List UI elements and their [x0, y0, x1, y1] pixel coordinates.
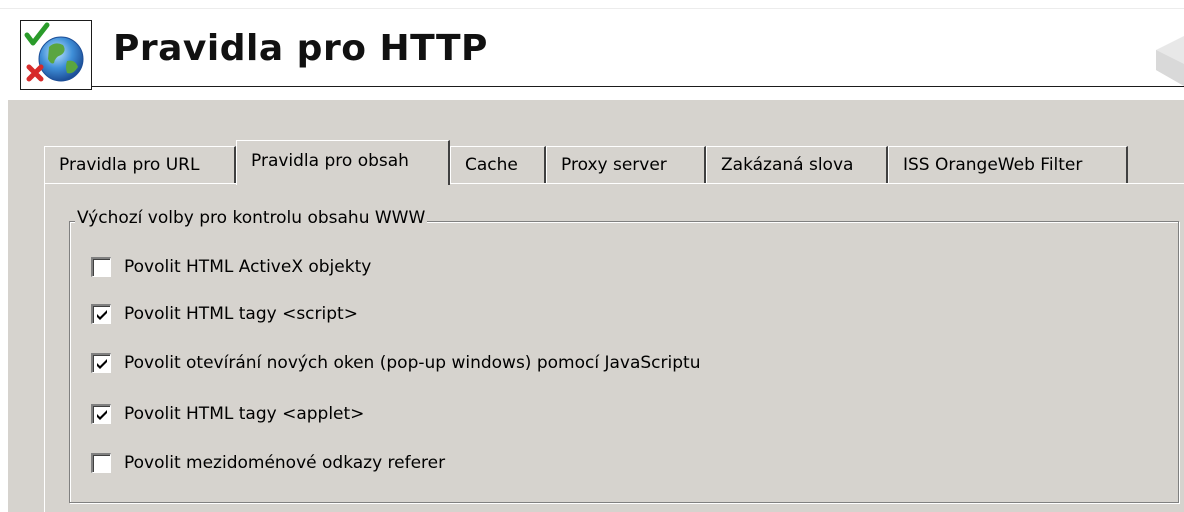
checkbox-activex[interactable]	[91, 257, 111, 277]
tab-bar: Pravidla pro URL Pravidla pro obsah Cach…	[44, 140, 1184, 185]
tab-label: Pravidla pro URL	[59, 155, 200, 175]
checkmark-icon	[97, 310, 107, 320]
checkbox-referer[interactable]	[91, 453, 111, 473]
checkbox-applet-tags[interactable]	[91, 404, 111, 424]
checkbox-popup-windows[interactable]	[91, 353, 111, 373]
header-divider	[0, 8, 1184, 9]
page-title: Pravidla pro HTTP	[113, 28, 488, 69]
watermark-logo	[1136, 30, 1184, 90]
checkmark-icon	[97, 359, 107, 369]
option-applet-tags[interactable]: Povolit HTML tagy <applet>	[91, 403, 364, 425]
option-label: Povolit HTML ActiveX objekty	[124, 257, 372, 277]
option-popup-windows[interactable]: Povolit otevírání nových oken (pop-up wi…	[91, 352, 700, 374]
option-referer[interactable]: Povolit mezidoménové odkazy referer	[91, 452, 445, 474]
tab-pravidla-pro-obsah[interactable]: Pravidla pro obsah	[236, 140, 450, 185]
option-label: Povolit mezidoménové odkazy referer	[124, 453, 446, 473]
tab-zakazana-slova[interactable]: Zakázaná slova	[706, 146, 888, 183]
globe-check-icon	[20, 20, 92, 90]
option-activex[interactable]: Povolit HTML ActiveX objekty	[91, 256, 371, 278]
tab-iss-orangeweb-filter[interactable]: ISS OrangeWeb Filter	[888, 146, 1128, 183]
option-script-tags[interactable]: Povolit HTML tagy <script>	[91, 303, 358, 325]
option-label: Povolit HTML tagy <applet>	[124, 404, 365, 424]
tab-cache[interactable]: Cache	[450, 146, 546, 183]
option-label: Povolit HTML tagy <script>	[124, 304, 358, 324]
tab-pravidla-pro-url[interactable]: Pravidla pro URL	[44, 146, 236, 183]
tab-label: Proxy server	[561, 155, 667, 175]
group-legend: Výchozí volby pro kontrolu obsahu WWW	[75, 208, 428, 228]
title-underline	[92, 86, 1184, 87]
tab-proxy-server[interactable]: Proxy server	[546, 146, 706, 183]
header: Pravidla pro HTTP	[0, 0, 1184, 100]
option-label: Povolit otevírání nových oken (pop-up wi…	[124, 353, 701, 373]
tab-label: ISS OrangeWeb Filter	[903, 155, 1083, 175]
tab-label: Pravidla pro obsah	[251, 151, 409, 171]
checkmark-icon	[97, 410, 107, 420]
checkbox-script-tags[interactable]	[91, 304, 111, 324]
tab-label: Cache	[465, 155, 518, 175]
tab-label: Zakázaná slova	[721, 155, 854, 175]
